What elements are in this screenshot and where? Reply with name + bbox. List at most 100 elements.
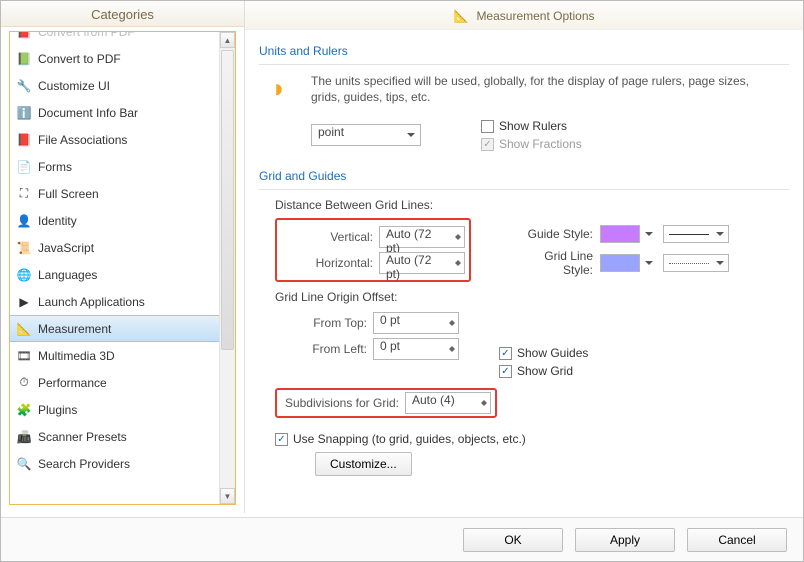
grid-color-swatch[interactable] xyxy=(600,254,640,272)
category-label: Convert to PDF xyxy=(38,52,121,66)
highlight-distance: Vertical: Auto (72 pt) Horizontal: Auto (7… xyxy=(275,218,471,282)
vertical-label: Vertical: xyxy=(281,230,373,244)
category-label: Scanner Presets xyxy=(38,430,127,444)
dialog-footer: OK Apply Cancel xyxy=(1,517,803,561)
category-label: Forms xyxy=(38,160,72,174)
units-description: The units specified will be used, global… xyxy=(311,73,789,105)
category-label: Full Screen xyxy=(38,187,99,201)
sidebar-item-full-screen[interactable]: ⛶ Full Screen xyxy=(10,180,235,207)
show-guides-label: Show Guides xyxy=(517,346,588,360)
category-icon: 📐 xyxy=(16,321,32,337)
category-icon: 📄 xyxy=(16,159,32,175)
cancel-button[interactable]: Cancel xyxy=(687,528,787,552)
customize-button[interactable]: Customize... xyxy=(315,452,412,476)
category-label: Customize UI xyxy=(38,79,110,93)
show-fractions-checkbox xyxy=(481,138,494,151)
from-left-spinner[interactable]: 0 pt xyxy=(373,338,459,360)
sidebar-item-plugins[interactable]: 🧩 Plugins xyxy=(10,396,235,423)
category-icon: 🌐 xyxy=(16,267,32,283)
category-icon: 🧩 xyxy=(16,402,32,418)
grid-line-style[interactable] xyxy=(663,254,729,272)
protractor-icon: ◗ xyxy=(259,73,299,105)
category-icon: 📗 xyxy=(16,51,32,67)
category-icon: ▶ xyxy=(16,294,32,310)
origin-label: Grid Line Origin Offset: xyxy=(275,290,789,304)
guide-style-label: Guide Style: xyxy=(511,227,593,241)
guide-line-style[interactable] xyxy=(663,225,729,243)
scroll-thumb[interactable] xyxy=(221,50,234,350)
sidebar-item-launch-applications[interactable]: ▶ Launch Applications xyxy=(10,288,235,315)
category-label: Launch Applications xyxy=(38,295,145,309)
show-fractions-label: Show Fractions xyxy=(499,137,582,151)
show-grid-label: Show Grid xyxy=(517,364,573,378)
category-icon: 📜 xyxy=(16,240,32,256)
horizontal-spinner[interactable]: Auto (72 pt) xyxy=(379,252,465,274)
category-label: Measurement xyxy=(38,322,111,336)
sidebar-item-document-info-bar[interactable]: ℹ️ Document Info Bar xyxy=(10,99,235,126)
category-icon: 📠 xyxy=(16,429,32,445)
show-guides-checkbox[interactable] xyxy=(499,347,512,360)
category-label: Search Providers xyxy=(38,457,130,471)
category-label: Languages xyxy=(38,268,97,282)
category-label: File Associations xyxy=(38,133,127,147)
category-icon: 🔍 xyxy=(16,456,32,472)
apply-button[interactable]: Apply xyxy=(575,528,675,552)
snapping-label: Use Snapping (to grid, guides, objects, … xyxy=(293,432,526,446)
sidebar-item-identity[interactable]: 👤 Identity xyxy=(10,207,235,234)
from-top-label: From Top: xyxy=(275,316,367,330)
units-group-title: Units and Rulers xyxy=(259,44,789,58)
sidebar-item-multimedia-3d[interactable]: 🎞 Multimedia 3D xyxy=(10,342,235,369)
distance-label: Distance Between Grid Lines: xyxy=(275,198,789,212)
scroll-up-button[interactable]: ▲ xyxy=(220,32,235,48)
category-label: Identity xyxy=(38,214,77,228)
category-label: Document Info Bar xyxy=(38,106,138,120)
main-panel: 📐 Measurement Options Units and Rulers ◗… xyxy=(245,1,803,513)
guide-color-swatch[interactable] xyxy=(600,225,640,243)
category-label: Convert from PDF xyxy=(38,32,135,39)
category-icon: ⏱ xyxy=(16,375,32,391)
sidebar-item-javascript[interactable]: 📜 JavaScript xyxy=(10,234,235,261)
main-title-bar: 📐 Measurement Options xyxy=(245,1,803,30)
sidebar-item-convert-to-pdf[interactable]: 📗 Convert to PDF xyxy=(10,45,235,72)
category-label: Performance xyxy=(38,376,107,390)
sidebar-item-search-providers[interactable]: 🔍 Search Providers xyxy=(10,450,235,477)
highlight-subdivisions: Subdivisions for Grid: Auto (4) xyxy=(275,388,497,418)
category-list[interactable]: 📕 Convert from PDF 📗 Convert to PDF 🔧 Customi… xyxy=(10,32,235,504)
sidebar-item-scanner-presets[interactable]: 📠 Scanner Presets xyxy=(10,423,235,450)
snapping-checkbox[interactable] xyxy=(275,433,288,446)
main-title: Measurement Options xyxy=(476,9,594,23)
category-icon: ℹ️ xyxy=(16,105,32,121)
category-icon: 👤 xyxy=(16,213,32,229)
category-label: Plugins xyxy=(38,403,77,417)
categories-sidebar: Categories 📕 Convert from PDF 📗 Convert to … xyxy=(1,1,245,513)
ok-button[interactable]: OK xyxy=(463,528,563,552)
category-label: JavaScript xyxy=(38,241,94,255)
category-icon: ⛶ xyxy=(16,186,32,202)
subdiv-spinner[interactable]: Auto (4) xyxy=(405,392,491,414)
sidebar-item-measurement[interactable]: 📐 Measurement xyxy=(10,315,235,342)
subdiv-label: Subdivisions for Grid: xyxy=(281,396,399,410)
vertical-spinner[interactable]: Auto (72 pt) xyxy=(379,226,465,248)
grid-group-title: Grid and Guides xyxy=(259,169,789,183)
show-rulers-checkbox[interactable] xyxy=(481,120,494,133)
show-rulers-label: Show Rulers xyxy=(499,119,567,133)
scroll-down-button[interactable]: ▼ xyxy=(220,488,235,504)
category-icon: 🎞 xyxy=(16,348,32,364)
category-icon: 🔧 xyxy=(16,78,32,94)
sidebar-item-customize-ui[interactable]: 🔧 Customize UI xyxy=(10,72,235,99)
from-left-label: From Left: xyxy=(275,342,367,356)
horizontal-label: Horizontal: xyxy=(281,256,373,270)
unit-select[interactable]: point xyxy=(311,124,421,146)
sidebar-item-file-associations[interactable]: 📕 File Associations xyxy=(10,126,235,153)
show-grid-checkbox[interactable] xyxy=(499,365,512,378)
sidebar-item-performance[interactable]: ⏱ Performance xyxy=(10,369,235,396)
from-top-spinner[interactable]: 0 pt xyxy=(373,312,459,334)
sidebar-item-convert-from-pdf[interactable]: 📕 Convert from PDF xyxy=(10,32,235,45)
sidebar-title: Categories xyxy=(1,1,244,27)
category-icon: 📕 xyxy=(16,32,32,40)
scrollbar[interactable]: ▲ ▼ xyxy=(219,32,235,504)
sidebar-item-forms[interactable]: 📄 Forms xyxy=(10,153,235,180)
category-icon: 📕 xyxy=(16,132,32,148)
category-label: Multimedia 3D xyxy=(38,349,115,363)
sidebar-item-languages[interactable]: 🌐 Languages xyxy=(10,261,235,288)
